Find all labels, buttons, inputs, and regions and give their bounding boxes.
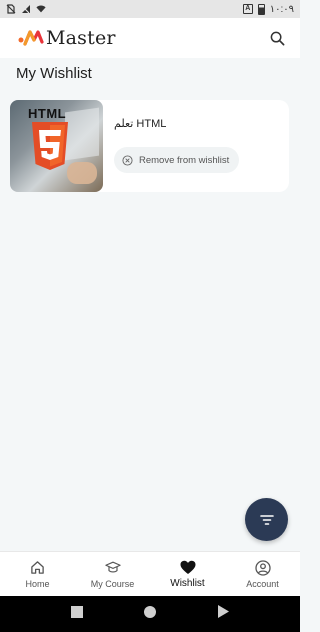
remove-from-wishlist-label: Remove from wishlist bbox=[139, 154, 230, 166]
card-body: تعلم HTML Remove from wishlist bbox=[103, 100, 289, 173]
wifi-icon bbox=[36, 5, 46, 13]
no-sim-icon bbox=[6, 4, 16, 14]
status-bar: A ١٠:٠٩ bbox=[0, 0, 300, 18]
heart-icon bbox=[180, 559, 196, 575]
page-title: My Wishlist bbox=[16, 65, 92, 82]
status-icons-left bbox=[6, 4, 46, 14]
notification-badge: A bbox=[242, 4, 253, 14]
recents-button[interactable] bbox=[70, 605, 83, 623]
course-thumbnail[interactable]: HTML bbox=[10, 100, 103, 192]
logo-mark-icon bbox=[18, 30, 44, 46]
nav-item-my-course[interactable]: My Course bbox=[75, 552, 150, 596]
status-icons-right: A ١٠:٠٩ bbox=[242, 3, 294, 15]
thumbnail-hand-decoration bbox=[67, 162, 97, 184]
search-button[interactable] bbox=[266, 27, 288, 49]
app-logo[interactable]: Master bbox=[18, 27, 116, 49]
account-icon bbox=[254, 559, 271, 576]
battery-icon bbox=[257, 3, 265, 15]
filter-icon bbox=[259, 514, 274, 525]
home-icon bbox=[30, 560, 46, 576]
status-time: ١٠:٠٩ bbox=[269, 3, 294, 15]
close-circle-icon bbox=[122, 154, 133, 166]
nav-label-my-course: My Course bbox=[90, 578, 135, 589]
graduation-cap-icon bbox=[104, 560, 121, 576]
signal-off-icon bbox=[21, 5, 30, 14]
nav-item-account[interactable]: Account bbox=[225, 552, 300, 596]
search-icon bbox=[270, 31, 284, 45]
nav-label-wishlist: Wishlist bbox=[170, 578, 205, 589]
course-title[interactable]: تعلم HTML bbox=[114, 117, 289, 130]
square-icon bbox=[70, 606, 83, 618]
logo-text: Master bbox=[46, 27, 116, 49]
html5-shield-icon bbox=[32, 122, 68, 170]
system-navigation-bar bbox=[0, 596, 300, 632]
thumbnail-screen-decoration bbox=[65, 107, 99, 161]
nav-label-account: Account bbox=[246, 578, 279, 589]
nav-item-home[interactable]: Home bbox=[0, 552, 75, 596]
remove-from-wishlist-button[interactable]: Remove from wishlist bbox=[114, 147, 240, 173]
nav-label-home: Home bbox=[25, 578, 50, 589]
back-button[interactable] bbox=[217, 605, 230, 623]
filter-fab[interactable] bbox=[245, 498, 288, 541]
triangle-icon bbox=[218, 605, 230, 618]
wishlist-card[interactable]: HTML تعلم HTML Remove from wishlist bbox=[10, 100, 289, 192]
bottom-navigation: Home My Course Wishlist Account bbox=[0, 551, 300, 596]
home-system-button[interactable] bbox=[143, 605, 156, 623]
app-header: Master bbox=[0, 18, 300, 58]
circle-icon bbox=[143, 606, 156, 618]
nav-item-wishlist[interactable]: Wishlist bbox=[150, 552, 225, 596]
thumbnail-html-label: HTML bbox=[28, 106, 67, 121]
